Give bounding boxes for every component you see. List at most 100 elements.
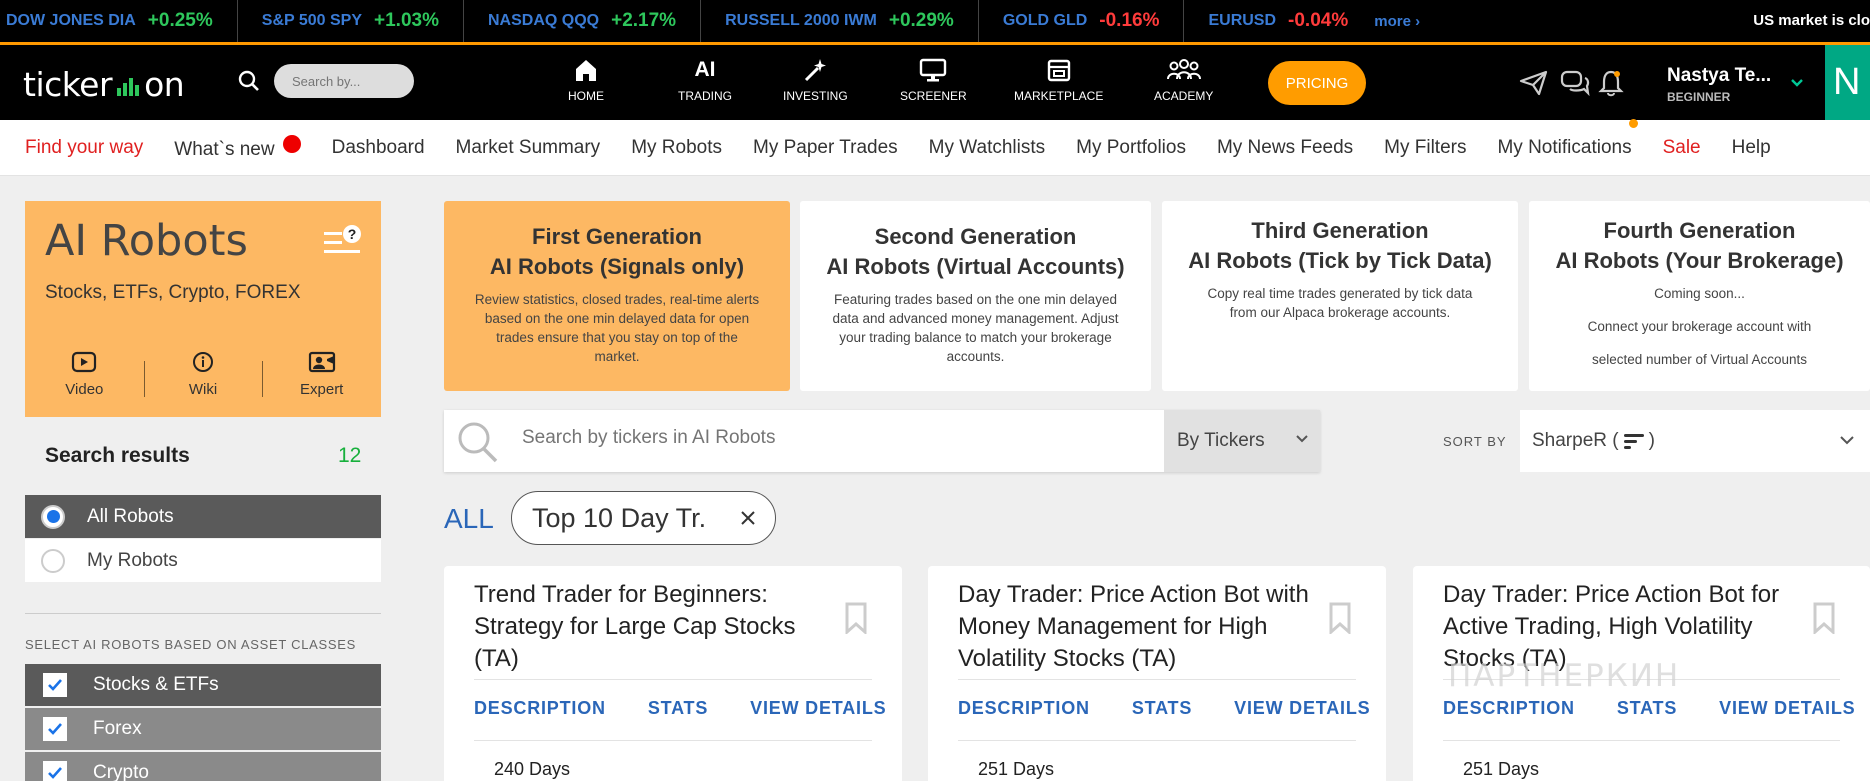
subnav-label: Help [1731, 136, 1771, 158]
tab-view-details[interactable]: VIEW DETAILS [750, 698, 886, 719]
sidebar-actions: Video Wiki Expert [25, 351, 381, 407]
asset-forex[interactable]: Forex [25, 708, 381, 750]
generation-card-fourth[interactable]: Fourth Generation AI Robots (Your Broker… [1529, 201, 1870, 391]
video-button[interactable]: Video [25, 351, 144, 407]
search-mode-select[interactable]: By Tickers [1164, 410, 1320, 472]
subnav-my-notifications[interactable]: My Notifications [1497, 118, 1638, 159]
market-ticker-bar: DOW JONES DIA +0.25% S&P 500 SPY +1.03% NA… [0, 0, 1870, 45]
asset-class-label: SELECT AI ROBOTS BASED ON ASSET CLASSES [25, 637, 356, 652]
generation-card-second[interactable]: Second Generation AI Robots (Virtual Acc… [800, 201, 1151, 391]
filter-all-link[interactable]: ALL [444, 503, 494, 535]
tab-view-details[interactable]: VIEW DETAILS [1234, 698, 1370, 719]
sort-select[interactable]: SharpeR ( ) [1520, 410, 1870, 472]
divider [958, 679, 1356, 680]
nav-marketplace[interactable]: MARKETPLACE [1014, 57, 1103, 103]
ticker-item-gld[interactable]: GOLD GLD -0.16% [979, 0, 1185, 42]
subnav-my-portfolios[interactable]: My Portfolios [1076, 137, 1186, 159]
ticker-item-spy[interactable]: S&P 500 SPY +1.03% [238, 0, 464, 42]
subnav-whats-new[interactable]: What`s new [174, 134, 301, 161]
tab-stats[interactable]: STATS [648, 698, 708, 719]
expert-button[interactable]: Expert [262, 351, 381, 407]
asset-stocks-etfs[interactable]: Stocks & ETFs [25, 664, 381, 706]
option-my-robots[interactable]: My Robots [25, 539, 381, 582]
watermark: ПАРТНЕРКИН [1448, 658, 1681, 694]
people-icon [1166, 59, 1201, 80]
generation-title: First Generation [532, 224, 702, 249]
search-icon[interactable] [238, 70, 260, 92]
subnav-label: My Paper Trades [753, 136, 898, 158]
checkbox-checked[interactable] [43, 717, 67, 741]
nav-investing[interactable]: INVESTING [783, 57, 848, 103]
divider [474, 740, 872, 741]
nav-label: ACADEMY [1154, 89, 1214, 103]
generation-title: Third Generation [1251, 218, 1429, 243]
tab-description[interactable]: DESCRIPTION [474, 698, 606, 719]
ticker-more-link[interactable]: more › [1374, 13, 1420, 30]
nav-home[interactable]: HOME [568, 57, 604, 103]
nav-trading[interactable]: AI TRADING [678, 57, 732, 103]
ticker-name: DOW JONES DIA [6, 12, 136, 29]
robot-search-input[interactable] [522, 427, 1122, 449]
divider [25, 613, 381, 614]
subnav-my-filters[interactable]: My Filters [1384, 137, 1466, 159]
robot-tabs: DESCRIPTION STATS VIEW DETAILS [958, 698, 1370, 719]
asset-crypto[interactable]: Crypto [25, 752, 381, 781]
subnav-label: My Filters [1384, 136, 1467, 158]
subnav-sale[interactable]: Sale [1663, 137, 1701, 159]
robot-title[interactable]: Trend Trader for Beginners: Strategy for… [474, 579, 834, 675]
subnav-my-robots[interactable]: My Robots [631, 137, 722, 159]
tab-description[interactable]: DESCRIPTION [1443, 698, 1575, 719]
generation-description: selected number of Virtual Accounts [1591, 352, 1808, 367]
subnav-my-paper-trades[interactable]: My Paper Trades [753, 137, 898, 159]
market-status: US market is clo [1753, 12, 1870, 29]
close-icon[interactable] [739, 509, 757, 527]
generation-card-third[interactable]: Third Generation AI Robots (Tick by Tick… [1162, 201, 1518, 391]
nav-academy[interactable]: ACADEMY [1154, 57, 1213, 103]
option-all-robots[interactable]: All Robots [25, 495, 381, 538]
checkbox-checked[interactable] [43, 673, 67, 697]
subnav-label: My Notifications [1497, 136, 1632, 158]
subnav-my-news-feeds[interactable]: My News Feeds [1217, 137, 1353, 159]
header-search-input[interactable] [274, 64, 414, 98]
pricing-button[interactable]: PRICING [1268, 61, 1366, 105]
subnav-market-summary[interactable]: Market Summary [456, 137, 601, 159]
subnav-find-your-way[interactable]: Find your way [25, 137, 143, 159]
robot-title[interactable]: Day Trader: Price Action Bot with Money … [958, 579, 1318, 675]
ticker-item-eurusd[interactable]: EURUSD -0.04% [1184, 0, 1372, 42]
chevron-down-icon[interactable] [1790, 78, 1804, 88]
bookmark-icon[interactable] [1812, 602, 1836, 634]
check-icon [48, 767, 62, 779]
subnav-help[interactable]: Help [1732, 137, 1771, 159]
user-menu[interactable]: Nastya Te... BEGINNER [1667, 65, 1771, 104]
ticker-item-qqq[interactable]: NASDAQ QQQ +2.17% [464, 0, 702, 42]
new-dot-icon [282, 134, 301, 153]
robot-search-bar: By Tickers [444, 410, 1320, 472]
chat-icon[interactable] [1560, 69, 1590, 97]
ticker-item-iwm[interactable]: RUSSELL 2000 IWM +0.29% [701, 0, 979, 42]
tab-description[interactable]: DESCRIPTION [958, 698, 1090, 719]
checkbox-checked[interactable] [43, 761, 67, 781]
radio-selected[interactable] [41, 504, 65, 529]
bookmark-icon[interactable] [844, 602, 868, 634]
subnav-label: My Portfolios [1076, 136, 1186, 158]
wiki-button[interactable]: Wiki [143, 351, 263, 407]
user-name: Nastya Te... [1667, 65, 1772, 86]
tab-view-details[interactable]: VIEW DETAILS [1719, 698, 1855, 719]
subnav-my-watchlists[interactable]: My Watchlists [929, 137, 1045, 159]
ticker-item-dow[interactable]: DOW JONES DIA +0.25% [0, 0, 238, 42]
subnav-dashboard[interactable]: Dashboard [332, 137, 425, 159]
nav-screener[interactable]: SCREENER [900, 57, 967, 103]
send-icon[interactable] [1519, 69, 1549, 97]
filter-chip[interactable]: Top 10 Day Tr. [511, 491, 776, 545]
tab-stats[interactable]: STATS [1132, 698, 1192, 719]
generation-card-first[interactable]: First Generation AI Robots (Signals only… [444, 201, 790, 391]
avatar[interactable]: N [1825, 45, 1870, 120]
generation-subtitle: AI Robots (Tick by Tick Data) [1188, 248, 1492, 273]
bookmark-icon[interactable] [1328, 602, 1352, 634]
menu-help-icon[interactable]: ? [322, 222, 364, 258]
tab-stats[interactable]: STATS [1617, 698, 1677, 719]
subnav-label: Dashboard [331, 136, 425, 158]
bell-icon[interactable] [1598, 69, 1624, 97]
logo[interactable]: ticker on [23, 65, 185, 104]
radio-unselected[interactable] [41, 548, 65, 573]
